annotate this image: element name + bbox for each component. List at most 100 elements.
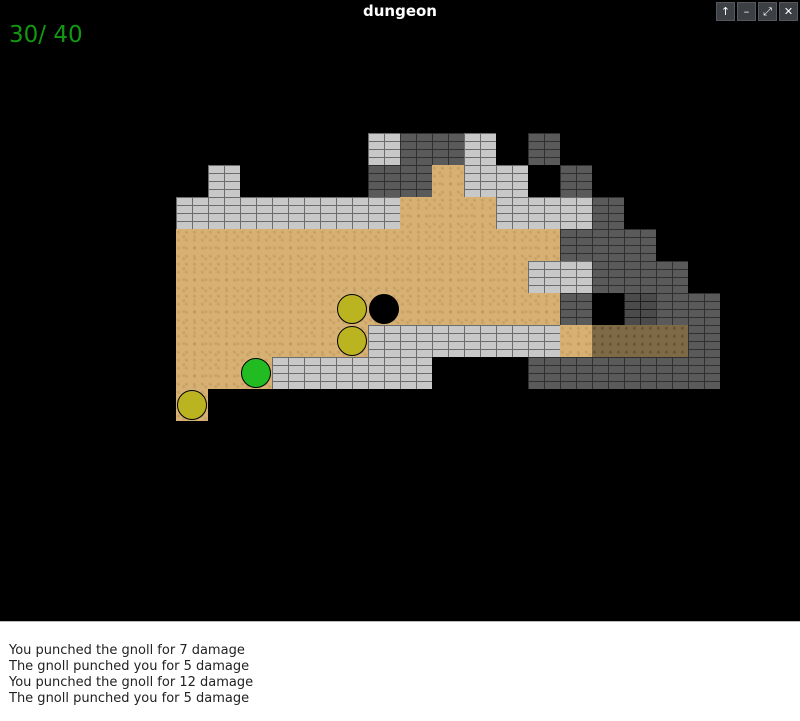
log-line: The gnoll punched you for 5 damage	[9, 691, 250, 706]
wall-tile	[688, 325, 720, 357]
floor-tile	[528, 293, 560, 325]
wall-tile	[464, 165, 496, 197]
floor-tile	[208, 357, 240, 389]
floor-tile	[400, 197, 432, 229]
wall-tile	[240, 197, 272, 229]
wall-tile	[560, 261, 592, 293]
floor-tile	[368, 229, 400, 261]
floor-tile	[240, 229, 272, 261]
floor-tile	[592, 325, 624, 357]
gnoll-token	[177, 390, 207, 420]
wall-tile	[592, 357, 624, 389]
wall-tile	[496, 197, 528, 229]
dungeon-map	[0, 0, 800, 612]
floor-tile	[432, 293, 464, 325]
log-line: The gnoll punched you for 5 damage	[9, 659, 250, 674]
floor-tile	[400, 261, 432, 293]
wall-tile	[528, 325, 560, 357]
wall-tile	[272, 357, 304, 389]
close-button[interactable]: ✕	[779, 2, 798, 21]
floor-tile	[528, 229, 560, 261]
floor-tile	[208, 261, 240, 293]
wall-tile	[592, 229, 624, 261]
floor-tile	[240, 293, 272, 325]
wall-tile	[528, 357, 560, 389]
wall-tile	[368, 133, 400, 165]
wall-tile	[656, 293, 688, 325]
floor-tile	[304, 229, 336, 261]
floor-tile	[304, 293, 336, 325]
wall-tile	[624, 293, 656, 325]
wall-tile	[208, 165, 240, 197]
floor-tile	[208, 293, 240, 325]
wall-tile	[528, 197, 560, 229]
wall-tile	[432, 133, 464, 165]
maximize-button[interactable]: ⤢	[758, 2, 777, 21]
wall-tile	[688, 357, 720, 389]
wall-tile	[176, 197, 208, 229]
floor-tile	[400, 293, 432, 325]
log-line: You punched the gnoll for 12 damage	[9, 675, 254, 690]
floor-tile	[272, 229, 304, 261]
title-bar: dungeon ↑ – ⤢ ✕	[0, 0, 800, 22]
floor-tile	[304, 325, 336, 357]
wall-tile	[688, 293, 720, 325]
wall-tile	[656, 261, 688, 293]
wall-tile	[368, 197, 400, 229]
wall-tile	[656, 357, 688, 389]
floor-tile	[336, 229, 368, 261]
floor-tile	[432, 229, 464, 261]
floor-tile	[272, 261, 304, 293]
floor-tile	[464, 197, 496, 229]
wall-tile	[368, 357, 400, 389]
wall-tile	[464, 325, 496, 357]
floor-tile	[624, 325, 656, 357]
wall-tile	[528, 133, 560, 165]
wall-tile	[560, 165, 592, 197]
floor-tile	[432, 197, 464, 229]
wall-tile	[336, 357, 368, 389]
keep-above-button[interactable]: ↑	[716, 2, 735, 21]
wall-tile	[272, 197, 304, 229]
floor-tile	[176, 293, 208, 325]
wall-tile	[400, 133, 432, 165]
floor-tile	[432, 165, 464, 197]
message-log: You punched the gnoll for 7 damage The g…	[0, 621, 800, 721]
floor-tile	[464, 261, 496, 293]
wall-tile	[496, 165, 528, 197]
floor-tile	[368, 261, 400, 293]
floor-tile	[176, 357, 208, 389]
wall-tile	[560, 357, 592, 389]
floor-tile	[176, 229, 208, 261]
floor-tile	[432, 261, 464, 293]
wall-tile	[592, 197, 624, 229]
hp-counter: 30/ 40	[9, 22, 83, 48]
wall-tile	[336, 197, 368, 229]
floor-tile	[656, 325, 688, 357]
wall-tile	[624, 357, 656, 389]
floor-tile	[272, 293, 304, 325]
floor-tile	[496, 293, 528, 325]
wall-tile	[560, 197, 592, 229]
wall-tile	[560, 229, 592, 261]
wall-tile	[400, 357, 432, 389]
floor-tile	[496, 261, 528, 293]
minimize-button[interactable]: –	[737, 2, 756, 21]
floor-tile	[176, 325, 208, 357]
floor-tile	[240, 261, 272, 293]
wall-tile	[304, 357, 336, 389]
floor-tile	[240, 325, 272, 357]
gnoll-token	[337, 326, 367, 356]
floor-tile	[208, 229, 240, 261]
floor-tile	[560, 325, 592, 357]
floor-tile	[176, 261, 208, 293]
log-line: You punched the gnoll for 7 damage	[9, 643, 245, 658]
player-token	[241, 358, 271, 388]
floor-tile	[208, 325, 240, 357]
wall-tile	[368, 165, 400, 197]
wall-tile	[464, 133, 496, 165]
wall-tile	[528, 261, 560, 293]
wall-tile	[400, 165, 432, 197]
floor-tile	[496, 229, 528, 261]
floor-tile	[464, 229, 496, 261]
